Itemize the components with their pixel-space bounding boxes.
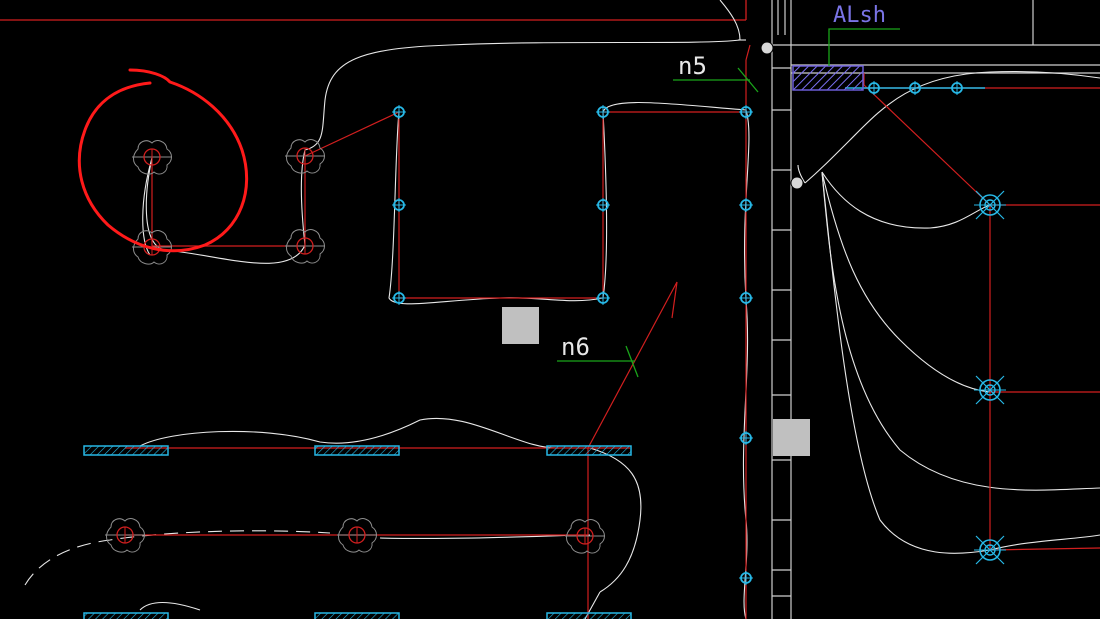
linear-light-fixture — [83, 612, 169, 619]
device-node — [738, 290, 754, 306]
wall-lines — [771, 0, 1100, 619]
device-node — [595, 197, 611, 213]
linear-light-fixture — [314, 612, 400, 619]
panel-leader — [828, 28, 900, 66]
tag-n6[interactable]: n6 — [561, 333, 590, 361]
device-node — [738, 197, 754, 213]
wall-outlet — [790, 176, 804, 190]
distribution-panel-body — [792, 65, 864, 91]
linear-light-fixture — [546, 612, 632, 619]
ceiling-light-fixture — [564, 518, 606, 554]
room-boundary — [0, 0, 747, 21]
device-nodes — [391, 80, 965, 586]
down-light-fixture — [973, 190, 1007, 220]
junction-box — [773, 419, 810, 456]
device-node — [595, 290, 611, 306]
down-light-fixture — [973, 535, 1007, 565]
linear-light-fixture — [83, 445, 169, 456]
device-node — [391, 104, 407, 120]
distribution-panel[interactable] — [792, 28, 900, 91]
cad-drawing: n5 n6 ALsh — [0, 0, 1100, 619]
tag-n5[interactable]: n5 — [678, 52, 707, 80]
linear-light-fixture — [546, 445, 632, 456]
device-node — [391, 290, 407, 306]
device-node — [738, 104, 754, 120]
tag-leaders — [557, 67, 759, 378]
ceiling-light-fixture — [104, 517, 146, 553]
wall-outlets — [760, 41, 804, 190]
device-node — [738, 430, 754, 446]
linear-light-fixture — [314, 445, 400, 456]
review-markup-circle — [77, 68, 249, 253]
panel-label-alsh[interactable]: ALsh — [833, 3, 886, 28]
junction-box — [502, 307, 539, 344]
wall-outlet — [760, 41, 774, 55]
ceiling-light-fixture — [336, 517, 378, 553]
cad-drawing-canvas[interactable]: n5 n6 ALsh — [0, 0, 1100, 619]
circuit-lines — [125, 44, 1100, 619]
ceiling-light-fixtures — [104, 138, 606, 554]
down-light-fixture — [973, 375, 1007, 405]
dashed-cable — [24, 530, 331, 586]
device-node — [738, 570, 754, 586]
junction-boxes — [502, 307, 810, 456]
